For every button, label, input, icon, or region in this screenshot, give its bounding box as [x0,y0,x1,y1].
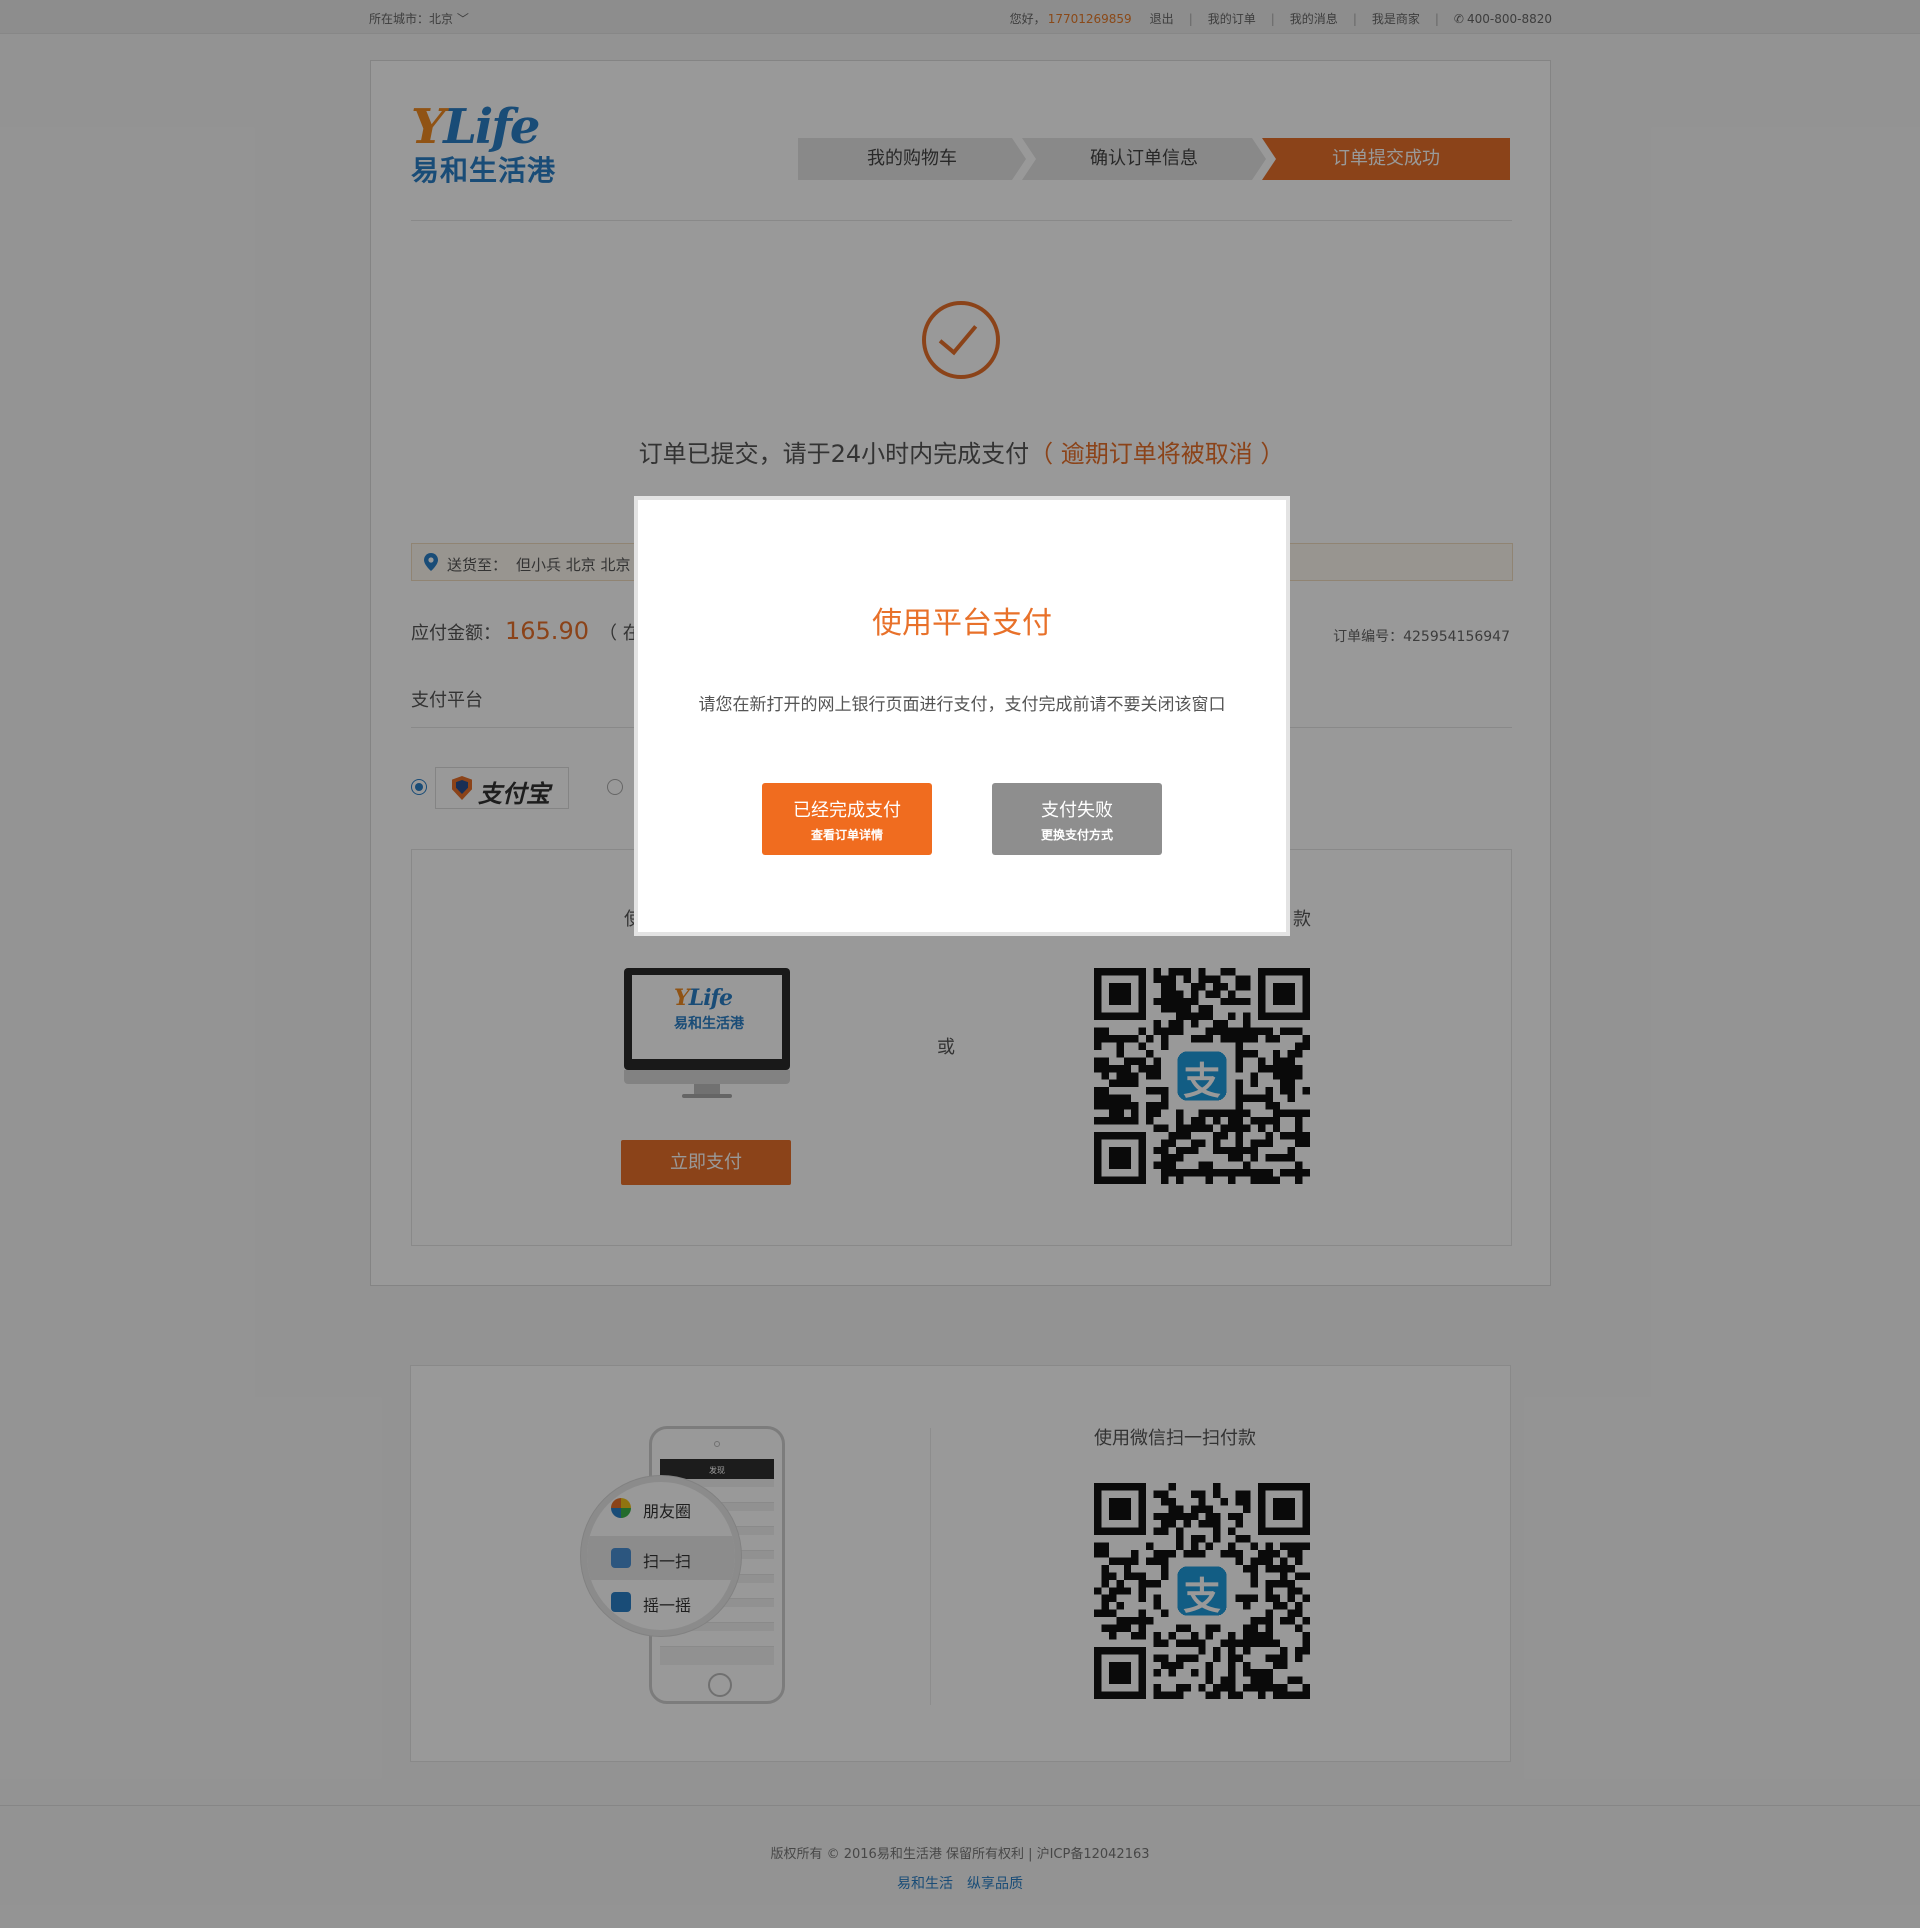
payment-failed-button[interactable]: 支付失败 更换支付方式 [992,783,1162,855]
view-order-label: 查看订单详情 [810,828,883,842]
change-method-label: 更换支付方式 [1040,828,1113,842]
payment-failed-label: 支付失败 [1041,800,1113,821]
payment-done-label: 已经完成支付 [793,800,901,821]
platform-pay-dialog: 使用平台支付 请您在新打开的网上银行页面进行支付，支付完成前请不要关闭该窗口 已… [634,496,1290,936]
dialog-title: 使用平台支付 [872,606,1052,641]
modal-overlay[interactable] [0,0,1920,1928]
dialog-description: 请您在新打开的网上银行页面进行支付，支付完成前请不要关闭该窗口 [698,695,1226,715]
payment-done-button[interactable]: 已经完成支付 查看订单详情 [762,783,932,855]
